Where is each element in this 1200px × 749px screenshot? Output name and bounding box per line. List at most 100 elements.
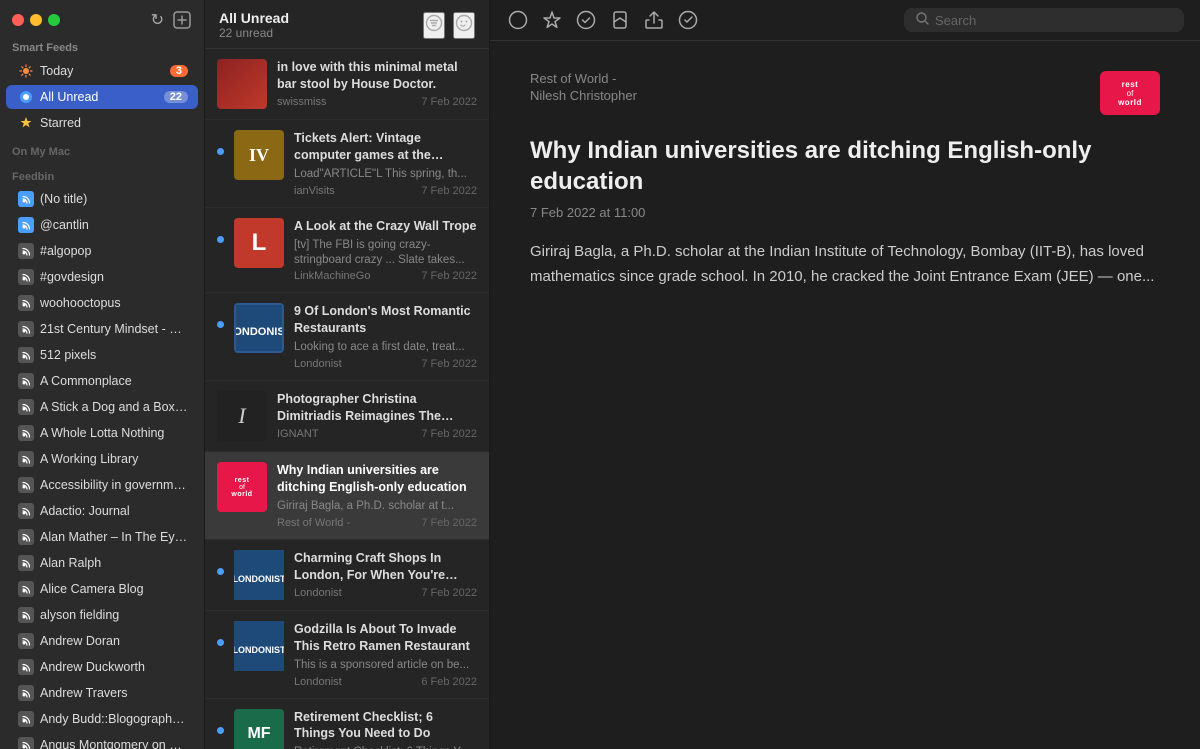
- filter-circle-button[interactable]: [423, 12, 445, 39]
- feedbin-label: Feedbin: [0, 161, 204, 186]
- article-date: 7 Feb 2022: [421, 358, 477, 370]
- sidebar-item-accessibility[interactable]: Accessibility in government: [6, 473, 198, 497]
- read-status-button[interactable]: [506, 8, 530, 32]
- share-button[interactable]: [642, 8, 666, 32]
- add-button[interactable]: [172, 10, 192, 30]
- article-source: IGNANT: [277, 428, 319, 440]
- reading-content: Rest of World - Nilesh Christopher rest …: [490, 41, 1200, 749]
- article-thumb: LONDONIST: [234, 303, 284, 353]
- article-item-selected[interactable]: rest of world Why Indian universities ar…: [205, 452, 489, 540]
- article-logo: rest of world: [1100, 71, 1160, 115]
- sidebar-item-andrew-duckworth[interactable]: Andrew Duckworth: [6, 655, 198, 679]
- article-content: Tickets Alert: Vintage computer games at…: [294, 130, 477, 197]
- article-snippet: This is a sponsored article on be...: [294, 658, 477, 673]
- sidebar-item-512-pixels[interactable]: 512 pixels: [6, 343, 198, 367]
- sidebar-item-woohooctopus[interactable]: woohooctopus: [6, 291, 198, 315]
- article-date: 7 Feb 2022: [421, 428, 477, 440]
- unread-dot: [217, 236, 224, 243]
- sidebar-item-alan-mather[interactable]: Alan Mather – In The Eye Of...: [6, 525, 198, 549]
- feed-icon-stick-dog: [18, 399, 34, 415]
- sidebar-item-adactio[interactable]: Adactio: Journal: [6, 499, 198, 523]
- sidebar-item-no-title[interactable]: (No title): [6, 187, 198, 211]
- article-content: Charming Craft Shops In London, For When…: [294, 550, 477, 599]
- article-item[interactable]: LONDONIST 9 Of London's Most Romantic Re…: [205, 293, 489, 381]
- article-title: Why Indian universities are ditching Eng…: [277, 462, 477, 496]
- angus-montgomery-label: Angus Montgomery on Medium: [40, 738, 188, 749]
- star-button[interactable]: [540, 8, 564, 32]
- article-item[interactable]: IV Tickets Alert: Vintage computer games…: [205, 120, 489, 208]
- article-thumb: IV: [234, 130, 284, 180]
- article-content: in love with this minimal metal bar stoo…: [277, 59, 477, 108]
- sidebar-item-alyson-fielding[interactable]: alyson fielding: [6, 603, 198, 627]
- bookmark-button[interactable]: [608, 8, 632, 32]
- article-source: LinkMachineGo: [294, 270, 370, 282]
- sidebar-item-cantlin[interactable]: @cantlin: [6, 213, 198, 237]
- article-item[interactable]: MF Retirement Checklist; 6 Things You Ne…: [205, 699, 489, 749]
- sidebar-item-all-unread[interactable]: All Unread 22: [6, 85, 198, 109]
- feed-icon-andrew-doran: [18, 633, 34, 649]
- article-source: swissmiss: [277, 96, 327, 108]
- unread-dot: [217, 148, 224, 155]
- sidebar-item-andrew-travers[interactable]: Andrew Travers: [6, 681, 198, 705]
- article-title: Godzilla Is About To Invade This Retro R…: [294, 621, 477, 655]
- article-meta: LinkMachineGo 7 Feb 2022: [294, 270, 477, 282]
- article-item[interactable]: in love with this minimal metal bar stoo…: [205, 49, 489, 120]
- feed-icon-andrew-travers: [18, 685, 34, 701]
- sidebar-item-angus-montgomery[interactable]: Angus Montgomery on Medium: [6, 733, 198, 749]
- article-item[interactable]: LONDONIST Godzilla Is About To Invade Th…: [205, 611, 489, 699]
- sidebar-item-alice-camera[interactable]: Alice Camera Blog: [6, 577, 198, 601]
- feed-icon-no-title: [18, 191, 34, 207]
- article-item[interactable]: LONDONIST Charming Craft Shops In London…: [205, 540, 489, 611]
- article-date: 7 Feb 2022: [421, 587, 477, 599]
- star-icon: [18, 115, 34, 131]
- article-item[interactable]: I Photographer Christina Dimitriadis Rei…: [205, 381, 489, 452]
- search-icon: [916, 12, 929, 28]
- article-list-title: All Unread: [219, 10, 289, 26]
- minimize-button[interactable]: [30, 14, 42, 26]
- search-bar[interactable]: [904, 8, 1184, 32]
- sidebar-item-stick-dog[interactable]: A Stick a Dog and a Box With...: [6, 395, 198, 419]
- sidebar-item-today[interactable]: Today 3: [6, 59, 198, 83]
- refresh-button[interactable]: ↻: [151, 10, 164, 30]
- sidebar-item-govdesign[interactable]: #govdesign: [6, 265, 198, 289]
- article-thumb: L: [234, 218, 284, 268]
- feed-icon-adactio: [18, 503, 34, 519]
- article-title: A Look at the Crazy Wall Trope: [294, 218, 477, 235]
- sidebar-item-starred[interactable]: Starred: [6, 111, 198, 135]
- article-source: Londonist: [294, 587, 342, 599]
- sidebar-item-whole-lotta[interactable]: A Whole Lotta Nothing: [6, 421, 198, 445]
- feed-icon-accessibility: [18, 477, 34, 493]
- article-header: Rest of World - Nilesh Christopher rest …: [530, 71, 1160, 115]
- article-thumb: [217, 59, 267, 109]
- done-button[interactable]: [676, 8, 700, 32]
- no-title-label: (No title): [40, 192, 188, 206]
- article-author: Nilesh Christopher: [530, 88, 637, 103]
- sidebar-header: ↻: [0, 0, 204, 34]
- article-title: Charming Craft Shops In London, For When…: [294, 550, 477, 584]
- logo-text-rest: rest: [1122, 80, 1139, 89]
- smiley-button[interactable]: [453, 12, 475, 39]
- sidebar-item-alan-ralph[interactable]: Alan Ralph: [6, 551, 198, 575]
- article-list-count: 22 unread: [219, 26, 289, 40]
- articles-scroll[interactable]: in love with this minimal metal bar stoo…: [205, 49, 489, 749]
- alan-ralph-label: Alan Ralph: [40, 556, 188, 570]
- sidebar-item-commonplace[interactable]: A Commonplace: [6, 369, 198, 393]
- article-meta: Londonist 7 Feb 2022: [294, 358, 477, 370]
- feed-icon-working-library: [18, 451, 34, 467]
- sidebar-item-andy-budd[interactable]: Andy Budd::Blogography Arti...: [6, 707, 198, 731]
- sidebar-item-working-library[interactable]: A Working Library: [6, 447, 198, 471]
- mark-read-button[interactable]: [574, 8, 598, 32]
- app-container: ↻ Smart Feeds Today 3: [0, 0, 1200, 749]
- article-item[interactable]: L A Look at the Crazy Wall Trope [tv] Th…: [205, 208, 489, 294]
- sidebar-item-algopop[interactable]: #algopop: [6, 239, 198, 263]
- article-date: 7 Feb 2022: [421, 517, 477, 529]
- maximize-button[interactable]: [48, 14, 60, 26]
- search-input[interactable]: [935, 13, 1172, 28]
- today-label: Today: [40, 64, 164, 78]
- close-button[interactable]: [12, 14, 24, 26]
- sidebar-item-andrew-doran[interactable]: Andrew Doran: [6, 629, 198, 653]
- on-my-mac-label: On My Mac: [0, 136, 204, 161]
- feed-icon-21st-century: [18, 321, 34, 337]
- sidebar-item-21st-century[interactable]: 21st Century Mindset - Medium: [6, 317, 198, 341]
- commonplace-label: A Commonplace: [40, 374, 188, 388]
